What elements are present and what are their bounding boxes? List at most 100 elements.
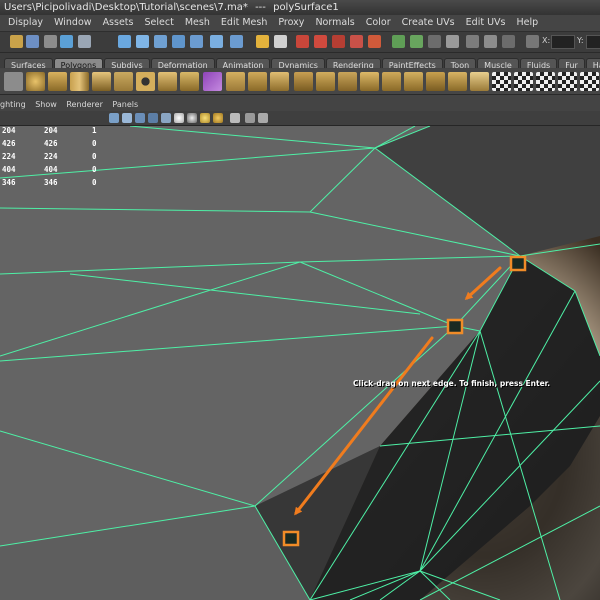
shelf-menu-icon[interactable] [4,72,23,91]
wireframe-icon[interactable] [109,113,119,123]
separate-icon[interactable] [226,72,245,91]
selected-edge-marker[interactable] [509,255,527,272]
selected-edge-marker[interactable] [446,318,464,335]
tab-rendering[interactable]: Rendering [325,58,381,68]
menu-display[interactable]: Display [8,17,43,28]
make-live-icon[interactable] [368,35,381,48]
snap-curve-icon[interactable] [314,35,327,48]
menu-lighting[interactable]: ghting [0,100,26,109]
menu-normals[interactable]: Normals [315,17,354,28]
menu-proxy[interactable]: Proxy [278,17,304,28]
poly-torus-icon[interactable] [136,72,155,91]
light-icon[interactable] [200,113,210,123]
select-hierarchy-icon[interactable] [44,35,57,48]
y-field[interactable] [586,35,600,49]
use-all-lights-icon[interactable] [161,113,171,123]
viewport-3d[interactable]: 204 204 1 426 426 0 224 224 0 404 404 0 … [0,126,600,600]
menu-edit-uvs[interactable]: Edit UVs [466,17,506,28]
tab-fur[interactable]: Fur [558,58,585,68]
edge-mask-icon[interactable] [136,35,149,48]
tab-polygons[interactable]: Polygons [53,58,104,68]
isolate-select-icon[interactable] [245,113,255,123]
open-scene-icon[interactable] [10,35,23,48]
snap-grid-icon[interactable] [296,35,309,48]
input-line-icon[interactable] [446,35,459,48]
extract-icon[interactable] [248,72,267,91]
vertex-mask-icon[interactable] [118,35,131,48]
textured-icon[interactable] [148,113,158,123]
menu-mesh[interactable]: Mesh [185,17,210,28]
poly-cone-icon[interactable] [92,72,111,91]
tab-dynamics[interactable]: Dynamics [271,58,325,68]
ambient-occlusion-icon[interactable] [213,113,223,123]
lock-selection-icon[interactable] [210,35,223,48]
menu-color[interactable]: Color [366,17,391,28]
wireframe-on-shaded-icon[interactable] [135,113,145,123]
tab-fluids[interactable]: Fluids [519,58,558,68]
select-component-icon[interactable] [78,35,91,48]
menu-window[interactable]: Window [54,17,91,28]
extrude-icon[interactable] [426,72,445,91]
combine-icon[interactable] [203,72,222,91]
menu-panels[interactable]: Panels [112,100,138,109]
fill-hole-icon[interactable] [404,72,423,91]
poly-prism-icon[interactable] [158,72,177,91]
mirror-icon[interactable] [360,72,379,91]
automatic-mapping-icon[interactable] [558,72,577,91]
tab-muscle[interactable]: Muscle [477,58,519,68]
tab-painteffects[interactable]: PaintEffects [381,58,443,68]
append-polygon-icon[interactable] [470,72,489,91]
xray-icon[interactable] [230,113,240,123]
poly-plane-icon[interactable] [114,72,133,91]
poly-cube-icon[interactable] [48,72,67,91]
bridge-icon[interactable] [448,72,467,91]
ipr-render-icon[interactable] [410,35,423,48]
menu-select[interactable]: Select [145,17,174,28]
spherical-mapping-icon[interactable] [536,72,555,91]
poly-cylinder-icon[interactable] [70,72,89,91]
face-mask-icon[interactable] [154,35,167,48]
selected-edge-marker[interactable] [282,530,300,547]
reduce-icon[interactable] [382,72,401,91]
render-current-frame-icon[interactable] [392,35,405,48]
boolean-intersection-icon[interactable] [338,72,357,91]
select-object-icon[interactable] [60,35,73,48]
uv-texture-editor-icon[interactable] [580,72,599,91]
menu-help[interactable]: Help [517,17,539,28]
tab-subdivs[interactable]: Subdivs [104,58,150,68]
tab-deformation[interactable]: Deformation [150,58,215,68]
snap-view-plane-icon[interactable] [350,35,363,48]
magnet-snap-icon[interactable] [256,35,269,48]
tab-hair[interactable]: Hair [585,58,600,68]
default-lighting-icon[interactable] [187,113,197,123]
boolean-union-icon[interactable] [294,72,313,91]
attribute-editor-icon[interactable] [466,35,479,48]
handle-mask-icon[interactable] [190,35,203,48]
construction-history-icon[interactable] [274,35,287,48]
poly-pyramid-icon[interactable] [180,72,199,91]
save-scene-icon[interactable] [26,35,39,48]
menu-show[interactable]: Show [35,100,57,109]
boolean-difference-icon[interactable] [316,72,335,91]
tool-settings-icon[interactable] [484,35,497,48]
tab-animation[interactable]: Animation [215,58,271,68]
cylindrical-mapping-icon[interactable] [514,72,533,91]
shadows-icon[interactable] [174,113,184,123]
poly-sphere-icon[interactable] [26,72,45,91]
grid-toggle-icon[interactable] [258,113,268,123]
snap-point-icon[interactable] [332,35,345,48]
x-field[interactable] [551,35,575,49]
menu-edit-mesh[interactable]: Edit Mesh [221,17,267,28]
menu-assets[interactable]: Assets [103,17,134,28]
absolute-transform-icon[interactable] [526,35,539,48]
smooth-icon[interactable] [270,72,289,91]
tab-toon[interactable]: Toon [443,58,477,68]
channel-box-icon[interactable] [502,35,515,48]
smooth-shade-icon[interactable] [122,113,132,123]
menu-create-uvs[interactable]: Create UVs [402,17,455,28]
uv-mask-icon[interactable] [172,35,185,48]
render-settings-icon[interactable] [428,35,441,48]
planar-mapping-icon[interactable] [492,72,511,91]
tab-surfaces[interactable]: Surfaces [4,58,53,68]
highlight-selection-icon[interactable] [230,35,243,48]
